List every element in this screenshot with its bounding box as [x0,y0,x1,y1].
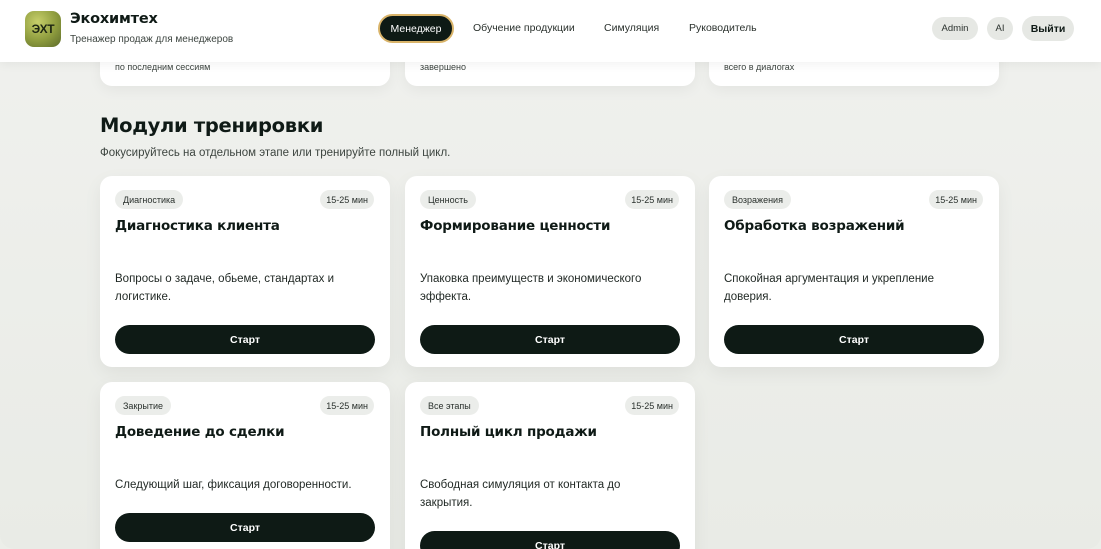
module-card-value: Ценность 15-25 мин Формирование ценности… [405,176,695,367]
section-title: Модули тренировки [100,114,324,137]
module-duration: 15-25 мин [625,396,679,415]
logout-button[interactable]: Выйти [1022,16,1074,41]
module-duration: 15-25 мин [320,190,374,209]
module-tag: Диагностика [115,190,184,209]
module-card-objections: Возражения 15-25 мин Обработка возражени… [709,176,999,367]
start-button[interactable]: Старт [724,325,984,354]
start-button[interactable]: Старт [420,531,680,549]
brand-logo[interactable]: ЭХТ [25,11,61,47]
module-tag: Все этапы [420,396,479,415]
app-window: по последним сессиям завершено всего в д… [0,0,1101,549]
nav-tab-lead[interactable]: Руководитель [689,22,757,34]
start-button[interactable]: Старт [420,325,680,354]
admin-chip[interactable]: Admin [932,17,978,40]
module-title: Диагностика клиента [115,218,280,234]
stat-caption: завершено [420,62,467,72]
module-duration: 15-25 мин [929,190,983,209]
nav-tab-simulation[interactable]: Симуляция [604,22,659,34]
module-title: Формирование ценности [420,218,611,234]
module-tag: Закрытие [115,396,172,415]
module-card-full-cycle: Все этапы 15-25 мин Полный цикл продажи … [405,382,695,549]
module-duration: 15-25 мин [625,190,679,209]
module-tag: Ценность [420,190,476,209]
start-button[interactable]: Старт [115,325,375,354]
module-title: Полный цикл продажи [420,424,597,440]
nav-tab-manager[interactable]: Менеджер [378,14,454,43]
module-description: Свободная симуляция от контакта до закры… [420,479,621,509]
module-card-closing: Закрытие 15-25 мин Доведение до сделки С… [100,382,390,549]
module-description: Следующий шаг, фиксация договоренности. [115,479,352,491]
top-header: ЭХТ Экохимтех Тренажер продаж для менедж… [0,0,1101,62]
module-card-diagnostics: Диагностика 15-25 мин Диагностика клиент… [100,176,390,367]
module-duration: 15-25 мин [320,396,374,415]
brand-title: Экохимтех [70,11,158,27]
logo-text: ЭХТ [31,22,55,36]
start-button[interactable]: Старт [115,513,375,542]
section-subtitle: Фокусируйтесь на отдельном этапе или тре… [100,147,451,159]
module-title: Обработка возражений [724,218,905,234]
module-description: Упаковка преимуществ и экономического эф… [420,273,642,303]
stat-caption: по последним сессиям [115,62,211,72]
stat-caption: всего в диалогах [724,62,795,72]
module-description: Вопросы о задаче, обьеме, стандартах и л… [115,273,335,303]
ai-chip[interactable]: AI [987,17,1013,40]
module-description: Спокойная аргументация и укрепление дове… [724,273,934,303]
brand-subtitle: Тренажер продаж для менеджеров [70,34,234,45]
module-tag: Возражения [724,190,791,209]
module-title: Доведение до сделки [115,424,285,440]
nav-tab-training[interactable]: Обучение продукции [473,22,575,34]
